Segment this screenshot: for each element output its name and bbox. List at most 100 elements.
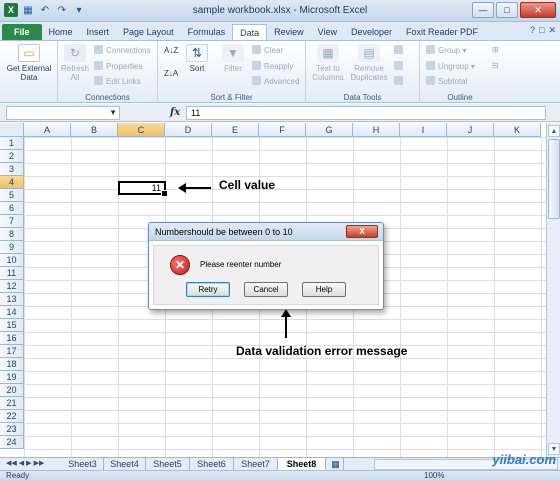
insert-sheet-icon[interactable]: ▦ [328,458,344,470]
close-icon[interactable]: ✕ [520,2,556,18]
maximize-icon[interactable]: □ [496,2,518,18]
column-header-b[interactable]: B [71,123,118,137]
sheet-tab-sheet3[interactable]: Sheet3 [62,458,104,470]
tab-review[interactable]: Review [267,24,311,40]
help-button[interactable]: Help [302,282,346,297]
reapply-button[interactable]: Reapply [252,61,293,71]
column-header-a[interactable]: A [24,123,71,137]
sheet-tab-sheet4[interactable]: Sheet4 [104,458,146,470]
row-header-9[interactable]: 9 [0,241,24,254]
tab-file[interactable]: File [2,24,42,40]
row-header-21[interactable]: 21 [0,397,24,410]
row-header-10[interactable]: 10 [0,254,24,267]
column-header-h[interactable]: H [353,123,400,137]
row-header-22[interactable]: 22 [0,410,24,423]
refresh-all-button[interactable]: ↻ Refresh All [60,44,90,82]
filter-button[interactable]: ▼ Filter [218,44,248,73]
get-external-data-button[interactable]: ▭ Get External Data [4,44,54,82]
active-cell-c4[interactable]: 11 [118,181,168,197]
column-header-e[interactable]: E [212,123,259,137]
remove-duplicates-button[interactable]: ▤ Remove Duplicates [348,44,390,82]
row-header-14[interactable]: 14 [0,306,24,319]
row-header-6[interactable]: 6 [0,202,24,215]
formula-input[interactable]: 11 [186,106,546,120]
column-header-j[interactable]: J [447,123,494,137]
row-header-23[interactable]: 23 [0,423,24,436]
row-header-20[interactable]: 20 [0,384,24,397]
column-header-d[interactable]: D [165,123,212,137]
hide-detail-button[interactable]: ⊟ [492,61,499,70]
last-sheet-icon[interactable]: ▶▶ [34,459,45,467]
row-header-4[interactable]: 4 [0,176,24,189]
sheet-tab-sheet7[interactable]: Sheet7 [234,458,278,470]
zoom-level[interactable]: 100% [424,471,444,481]
vertical-scrollbar[interactable]: ▲ ▼ [546,123,560,457]
row-header-1[interactable]: 1 [0,137,24,150]
insert-function-button[interactable]: fx [170,107,180,118]
first-sheet-icon[interactable]: ◀◀ [6,459,17,467]
consolidate-button[interactable] [394,61,406,71]
text-to-columns-button[interactable]: ▦ Text to Columns [310,44,346,82]
sort-za-button[interactable]: Z↓A [164,69,178,78]
tab-view[interactable]: View [311,24,344,40]
data-validation-button[interactable] [394,45,406,55]
column-header-i[interactable]: I [400,123,447,137]
row-header-2[interactable]: 2 [0,150,24,163]
sort-az-button[interactable]: A↓Z [164,46,178,55]
row-header-3[interactable]: 3 [0,163,24,176]
close-workbook-icon[interactable]: ✕ [548,25,556,36]
column-header-c[interactable]: C [118,123,165,137]
name-box[interactable]: ▼ [6,106,120,120]
tab-home[interactable]: Home [42,24,80,40]
row-header-16[interactable]: 16 [0,332,24,345]
row-header-19[interactable]: 19 [0,371,24,384]
what-if-button[interactable] [394,76,406,86]
chevron-down-icon[interactable]: ▼ [109,108,117,117]
show-detail-button[interactable]: ⊞ [492,45,499,54]
prev-sheet-icon[interactable]: ◀ [19,459,24,467]
row-header-18[interactable]: 18 [0,358,24,371]
row-header-12[interactable]: 12 [0,280,24,293]
help-icon[interactable]: ? [530,25,535,36]
scroll-thumb[interactable] [548,139,560,219]
ungroup-button[interactable]: Ungroup ▾ [426,61,475,71]
edit-links-button[interactable]: Edit Links [94,76,141,86]
dialog-close-button[interactable]: X [346,225,378,238]
column-header-g[interactable]: G [306,123,353,137]
sheet-tab-sheet8[interactable]: Sheet8 [278,458,326,470]
minimize-icon[interactable]: — [472,2,494,18]
row-header-11[interactable]: 11 [0,267,24,280]
retry-button[interactable]: Retry [186,282,230,297]
group-button[interactable]: Group ▾ [426,45,466,55]
select-all-corner[interactable] [0,123,24,137]
row-header-17[interactable]: 17 [0,345,24,358]
sheet-tab-sheet6[interactable]: Sheet6 [190,458,234,470]
advanced-button[interactable]: Advanced [252,76,300,86]
tab-page-layout[interactable]: Page Layout [116,24,181,40]
row-header-15[interactable]: 15 [0,319,24,332]
row-header-24[interactable]: 24 [0,436,24,449]
scroll-up-icon[interactable]: ▲ [548,125,560,137]
tab-data[interactable]: Data [232,24,268,40]
tab-insert[interactable]: Insert [80,24,117,40]
connections-button[interactable]: Connections [94,45,150,55]
sheet-tab-sheet5[interactable]: Sheet5 [146,458,190,470]
tab-formulas[interactable]: Formulas [181,24,233,40]
restore-icon[interactable]: □ [539,25,544,36]
row-header-8[interactable]: 8 [0,228,24,241]
clear-button[interactable]: Clear [252,45,283,55]
subtotal-button[interactable]: Subtotal [426,76,467,86]
error-message-arrow-icon [281,309,291,338]
sort-label: Sort [189,64,205,73]
row-header-13[interactable]: 13 [0,293,24,306]
properties-button[interactable]: Properties [94,61,142,71]
sort-button[interactable]: ⇅ Sort [182,44,212,73]
row-header-5[interactable]: 5 [0,189,24,202]
row-header-7[interactable]: 7 [0,215,24,228]
column-header-f[interactable]: F [259,123,306,137]
next-sheet-icon[interactable]: ▶ [26,459,31,467]
tab-developer[interactable]: Developer [344,24,399,40]
cancel-button[interactable]: Cancel [244,282,288,297]
tab-foxit-reader-pdf[interactable]: Foxit Reader PDF [399,24,485,40]
column-header-k[interactable]: K [494,123,541,137]
